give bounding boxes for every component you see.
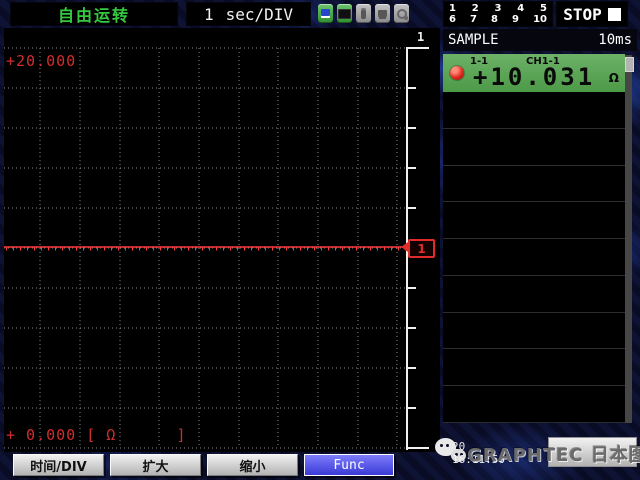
sample-label: SAMPLE	[448, 32, 499, 48]
ch-num: 10	[533, 14, 547, 25]
channel-value: +10.031	[473, 63, 595, 91]
time-per-div-value: 1	[204, 5, 214, 24]
channel-row-empty	[443, 166, 625, 203]
pc-icon	[375, 4, 390, 23]
zoom-in-button[interactable]: 扩大	[110, 454, 201, 476]
record-indicator-icon	[450, 66, 464, 80]
status-icon-row	[318, 4, 409, 23]
sample-bar: SAMPLE 10ms	[443, 29, 637, 51]
channel-row-empty	[443, 92, 625, 129]
zoom-out-button[interactable]: 缩小	[207, 454, 298, 476]
date-text: 20	[452, 440, 465, 453]
func-button-label: Func	[333, 458, 364, 473]
func-button[interactable]: Func	[304, 454, 394, 476]
run-status-box: 自由运转	[10, 2, 178, 26]
plot-grid-svg	[4, 28, 440, 452]
channel-row-empty	[443, 349, 625, 386]
channel-row-empty	[443, 386, 625, 423]
usb-stick-icon	[356, 4, 371, 23]
channel-list-scrollbar[interactable]	[625, 55, 632, 423]
ch-num: 8	[491, 14, 498, 25]
channel-row-active[interactable]: 1-1 CH1-1 +10.031 Ω	[443, 54, 625, 92]
channel-unit: Ω	[609, 71, 619, 85]
channel-numbers-row2: 6 7 8 9 10	[449, 14, 547, 25]
ch-num: 7	[470, 14, 477, 25]
channel-number-grid: 1 2 3 4 5 6 7 8 9 10	[443, 1, 553, 27]
ch-num: 5	[540, 3, 547, 14]
time-div-button-label: 时间/DIV	[30, 456, 86, 475]
marker-arrow-icon	[401, 242, 408, 252]
datalogger-screen: 自由运转 1 sec/DIV 1 2 3 4 5 6 7 8 9 10 STOP	[0, 0, 640, 480]
time-per-div-box[interactable]: 1 sec/DIV	[186, 2, 311, 26]
ch-num: 3	[495, 3, 502, 14]
channel-list: 1-1 CH1-1 +10.031 Ω	[443, 54, 625, 423]
run-status-label: 自由运转	[58, 2, 130, 26]
channel-row-empty	[443, 129, 625, 166]
stop-label: STOP	[563, 5, 602, 24]
ch-num: 2	[472, 3, 479, 14]
time-div-button[interactable]: 时间/DIV	[13, 454, 104, 476]
ch-num: 9	[512, 14, 519, 25]
display-icon	[337, 4, 352, 23]
channel-row-empty	[443, 202, 625, 239]
ch-num: 6	[449, 14, 456, 25]
stop-status-box: STOP	[556, 1, 628, 27]
waveform-plot[interactable]: +20.000 + 0.000 [ Ω ] 1 1	[4, 28, 440, 452]
channel-row-empty	[443, 313, 625, 350]
channel-numbers-row1: 1 2 3 4 5	[449, 3, 547, 14]
zoom-out-button-label: 缩小	[239, 456, 265, 475]
scale-max-label: +20.000	[6, 52, 76, 70]
ch-num: 1	[449, 3, 456, 14]
zoom-in-button-label: 扩大	[142, 456, 168, 475]
sample-rate-value: 10ms	[598, 32, 632, 48]
scale-min-label: + 0.000 [ Ω ]	[6, 426, 187, 444]
ch-num: 4	[517, 3, 524, 14]
channel-row-empty	[443, 276, 625, 313]
stop-indicator-square	[608, 8, 621, 21]
watermark-text: GRAPHTEC 日本图技	[467, 441, 640, 467]
key-icon	[394, 4, 409, 23]
time-per-div-unit: sec/DIV	[226, 5, 293, 24]
channel-row-empty	[443, 239, 625, 276]
scrollbar-thumb[interactable]	[625, 57, 634, 72]
ch1-level-marker[interactable]: 1	[408, 239, 435, 258]
sd-card-icon	[318, 4, 333, 23]
axis-channel-label: 1	[417, 30, 424, 44]
marker-label: 1	[417, 243, 425, 255]
